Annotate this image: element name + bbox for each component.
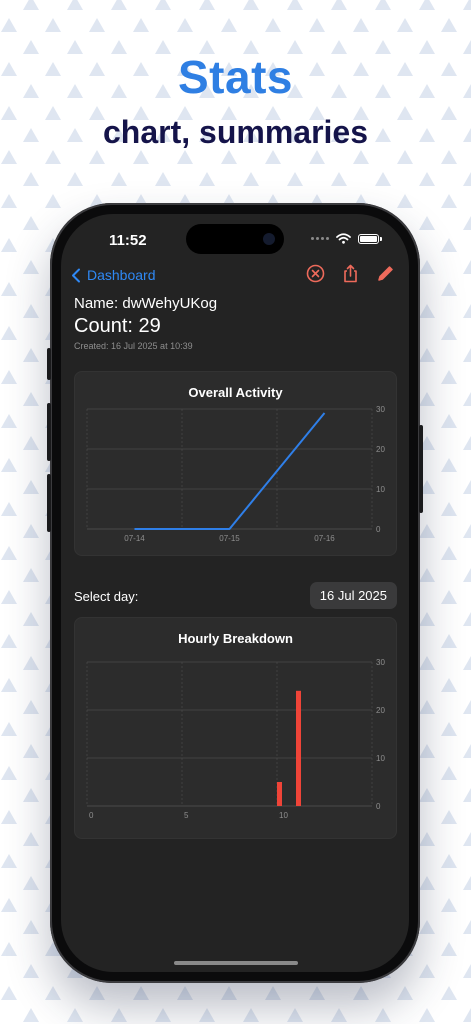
share-button[interactable] [341,264,360,283]
signal-icon [311,237,329,240]
y-tick-label: 30 [376,658,385,667]
camera-icon [263,233,275,245]
x-tick-label: 07-16 [314,534,335,543]
volume-up-button [47,403,51,461]
nav-bar: Dashboard [61,264,409,288]
wifi-icon [336,233,351,244]
y-tick-label: 20 [376,706,385,715]
x-tick-label: 07-14 [124,534,145,543]
record-count: Count: 29 [74,315,161,337]
share-icon [344,264,357,283]
mute-switch [47,348,51,380]
series-line [134,412,326,530]
hourly-breakdown-card: Hourly Breakdown 0 10 20 30 0 5 10 [74,617,397,839]
record-created: Created: 16 Jul 2025 at 10:39 [74,341,193,351]
x-tick-label: 0 [89,811,94,820]
back-label: Dashboard [87,267,156,283]
chevron-left-icon [72,268,80,282]
y-tick-label: 30 [376,405,385,414]
promo-subtitle: chart, summaries [102,114,368,150]
edit-button[interactable] [376,264,395,283]
record-name: Name: dwWehyUKog [74,295,218,312]
bar [296,690,301,806]
pencil-icon [378,266,393,281]
app-screen: 11:52 Dashboard Name: dwWehyUKog Count: … [61,214,409,972]
y-tick-label: 0 [376,802,381,811]
bar [277,782,282,806]
promo-title: Stats [178,51,293,103]
battery-icon [358,233,382,244]
select-day-label: Select day: [74,589,139,604]
x-tick-label: 5 [184,811,189,820]
y-tick-label: 10 [376,754,385,763]
y-tick-label: 10 [376,485,385,494]
back-button[interactable]: Dashboard [71,267,156,283]
overall-activity-card: Overall Activity 0 10 20 30 07-14 07-15 07-16 [74,371,397,556]
status-icons [311,233,382,244]
close-circle-icon [306,264,325,283]
x-tick-label: 07-15 [219,534,240,543]
volume-down-button [47,474,51,532]
date-picker-button[interactable]: 16 Jul 2025 [309,582,397,609]
power-button [419,425,423,513]
y-tick-label: 20 [376,445,385,454]
home-indicator [174,961,298,965]
y-tick-label: 0 [376,525,381,534]
status-time: 11:52 [109,232,147,249]
x-tick-label: 10 [279,811,288,820]
dynamic-island [186,224,284,254]
hourly-breakdown-chart: 0 10 20 30 0 5 10 [86,658,385,820]
delete-button[interactable] [306,264,325,283]
overall-activity-chart: 0 10 20 30 07-14 07-15 07-16 [86,405,385,543]
